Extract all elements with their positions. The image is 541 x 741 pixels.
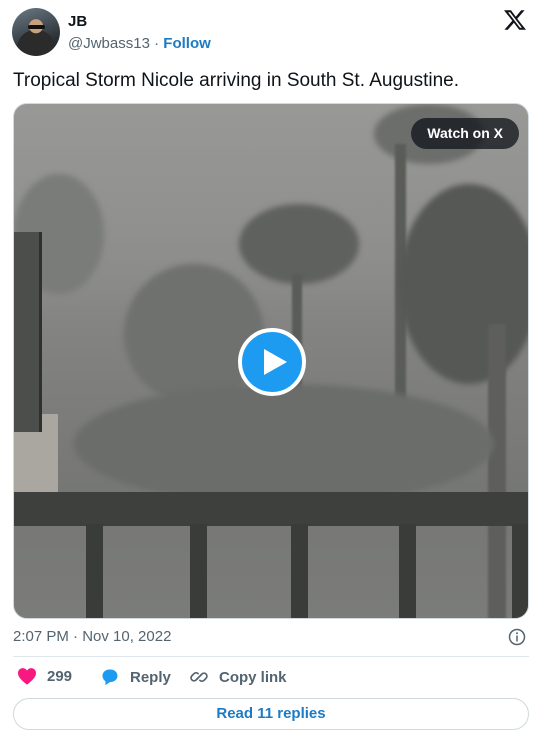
like-button[interactable]: 299: [17, 667, 72, 685]
info-icon[interactable]: [508, 628, 526, 646]
tweet-text: Tropical Storm Nicole arriving in South …: [13, 70, 459, 91]
author-handle-line: @Jwbass13 · Follow: [68, 35, 211, 52]
read-replies-button[interactable]: Read 11 replies: [13, 698, 529, 730]
railing-post: [399, 524, 416, 618]
reply-bubble-icon: [102, 669, 118, 686]
background-tree: [124, 264, 264, 404]
heart-icon: [18, 668, 36, 685]
tweet-header: JB @Jwbass13 · Follow: [12, 8, 529, 58]
play-icon: [264, 349, 287, 375]
handle-separator: ·: [149, 35, 164, 52]
foreground-palm: [399, 184, 528, 384]
shrubs: [74, 384, 494, 504]
reply-button[interactable]: Reply: [100, 667, 171, 687]
reply-label: Reply: [130, 668, 171, 686]
link-icon: [190, 671, 208, 683]
copy-link-label: Copy link: [219, 668, 287, 686]
railing-post: [190, 524, 207, 618]
avatar[interactable]: [12, 8, 60, 56]
x-logo-icon[interactable]: [503, 8, 527, 32]
timestamp[interactable]: 2:07 PM · Nov 10, 2022: [13, 628, 171, 645]
divider: [13, 656, 529, 657]
balcony-side-rail: [14, 232, 42, 432]
foreground-trunk: [488, 324, 506, 618]
author-handle[interactable]: @Jwbass13: [68, 35, 150, 52]
railing-post: [86, 524, 103, 618]
tweet-actions: 299 Reply Copy link: [13, 667, 529, 691]
watch-on-x-button[interactable]: Watch on X: [411, 118, 519, 149]
play-button[interactable]: [238, 328, 306, 396]
railing-post: [512, 524, 528, 618]
tweet-meta: 2:07 PM · Nov 10, 2022: [13, 628, 529, 646]
balcony-railing: [14, 492, 528, 526]
like-count: 299: [47, 667, 73, 685]
author-name[interactable]: JB: [68, 13, 87, 30]
follow-button[interactable]: Follow: [163, 35, 211, 52]
railing-post: [291, 524, 308, 618]
avatar-glasses: [28, 25, 45, 29]
palm-crown: [239, 204, 359, 284]
copy-link-button[interactable]: Copy link: [189, 667, 287, 687]
video-player[interactable]: Watch on X: [13, 103, 529, 619]
